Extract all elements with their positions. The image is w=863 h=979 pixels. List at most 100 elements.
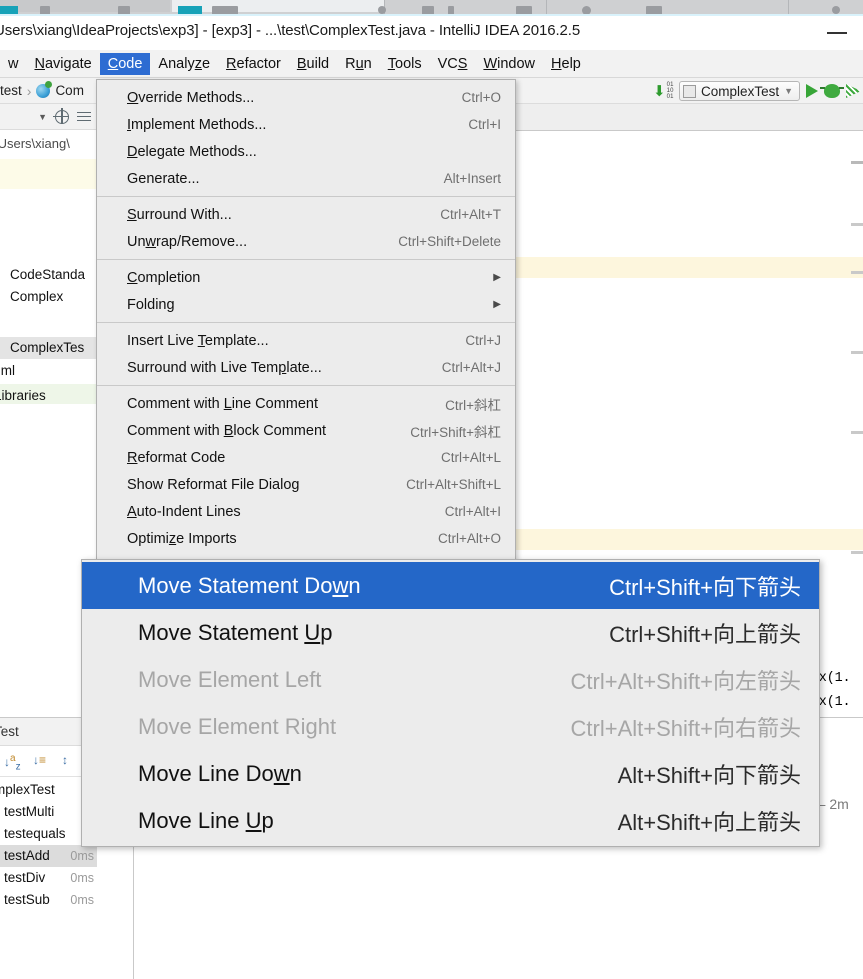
test-row-label: testDiv [4, 870, 46, 885]
test-row-duration: 0ms [70, 893, 94, 907]
expand-collapse-icon[interactable]: ↕ [62, 753, 82, 771]
menuitem-label: Folding [127, 296, 175, 313]
menuitem-shortcut: Ctrl+Alt+L [440, 450, 501, 465]
menu-vcs[interactable]: VCS [430, 53, 476, 75]
run-with-coverage-button[interactable] [846, 84, 861, 98]
tab-divider [546, 0, 547, 14]
browser-tab-accent [0, 6, 18, 14]
menuitem-show-reformat-dialog[interactable]: Show Reformat File Dialog Ctrl+Alt+Shift… [97, 471, 515, 498]
menuitem-override-methods[interactable]: Override Methods... Ctrl+O [97, 84, 515, 111]
browser-tab-glyph [378, 6, 386, 14]
menuitem-label: Surround With... [127, 206, 232, 223]
menuitem-shortcut: Ctrl+Alt+O [437, 531, 501, 546]
editor-marker[interactable] [851, 351, 863, 354]
run-config-icon [683, 84, 697, 98]
editor-marker[interactable] [851, 431, 863, 434]
editor-marker[interactable] [851, 161, 863, 164]
menuitem-comment-block[interactable]: Comment with Block Comment Ctrl+Shift+斜杠 [97, 417, 515, 444]
menuitem-shortcut: Ctrl+Shift+向下箭头 [609, 574, 801, 600]
menu-separator [97, 196, 515, 197]
chevron-down-icon[interactable]: ▼ [38, 112, 47, 122]
menuitem-move-statement-up[interactable]: Move Statement Up Ctrl+Shift+向上箭头 [82, 609, 819, 656]
sort-by-duration-icon[interactable]: ↓≡ [33, 753, 53, 771]
menuitem-move-statement-down[interactable]: Move Statement Down Ctrl+Shift+向下箭头 [82, 562, 819, 609]
menu-run[interactable]: Run [337, 53, 380, 75]
browser-tab[interactable] [0, 0, 170, 12]
menuitem-label: Generate... [127, 170, 200, 187]
window-title: Users\xiang\IdeaProjects\exp3] - [exp3] … [0, 22, 581, 39]
menuitem-label: Move Statement Down [138, 572, 361, 598]
menuitem-implement-methods[interactable]: Implement Methods... Ctrl+I [97, 111, 515, 138]
menuitem-label: Surround with Live Template... [127, 359, 322, 376]
breadcrumb-class[interactable]: Com [55, 83, 84, 98]
browser-tab-glyph [212, 6, 238, 14]
menuitem-label: Optimize Imports [127, 530, 237, 547]
menuitem-completion[interactable]: Completion ▶ [97, 264, 515, 291]
menuitem-generate[interactable]: Generate... Alt+Insert [97, 165, 515, 192]
menuitem-label: Move Statement Up [138, 619, 333, 645]
test-row-testdiv[interactable]: testDiv 0ms [0, 867, 97, 889]
tree-item-codestandard[interactable]: CodeStanda [0, 264, 96, 286]
test-row-testsub[interactable]: testSub 0ms [0, 889, 97, 911]
browser-tab-glyph [646, 6, 662, 14]
menuitem-optimize-imports[interactable]: Optimize Imports Ctrl+Alt+O [97, 525, 515, 552]
menuitem-label: Insert Live Template... [127, 332, 269, 349]
menu-separator [97, 259, 515, 260]
menuitem-shortcut: Ctrl+Alt+T [440, 207, 501, 222]
menuitem-reformat-code[interactable]: Reformat Code Ctrl+Alt+L [97, 444, 515, 471]
editor-marker[interactable] [851, 271, 863, 274]
breadcrumb-test[interactable]: test [0, 83, 22, 98]
debug-button[interactable] [820, 84, 844, 98]
tree-item-complex[interactable]: Complex [0, 286, 96, 308]
menuitem-surround-with[interactable]: Surround With... Ctrl+Alt+T [97, 201, 515, 228]
menuitem-surround-with-live-template[interactable]: Surround with Live Template... Ctrl+Alt+… [97, 354, 515, 381]
editor-marker[interactable] [851, 223, 863, 226]
menu-code[interactable]: Code [99, 52, 151, 75]
menuitem-move-line-up[interactable]: Move Line Up Alt+Shift+向上箭头 [82, 797, 819, 844]
menu-navigate[interactable]: NNavigateavigate [26, 53, 99, 75]
collapse-all-icon[interactable] [77, 110, 91, 124]
minimize-button[interactable] [827, 32, 847, 34]
menu-tools[interactable]: Tools [380, 53, 430, 75]
test-runner-title: Test [0, 718, 85, 746]
menu-separator [97, 322, 515, 323]
menu-build[interactable]: Build [289, 53, 337, 75]
browser-tab-accent [178, 6, 202, 14]
menuitem-delegate-methods[interactable]: Delegate Methods... [97, 138, 515, 165]
test-row-label: testAdd [4, 848, 50, 863]
test-row-label: testequals [4, 826, 66, 841]
chevron-right-icon: ▶ [493, 299, 501, 310]
menuitem-insert-live-template[interactable]: Insert Live Template... Ctrl+J [97, 327, 515, 354]
menu-window-partial[interactable]: w [0, 53, 26, 75]
tree-item-libraries[interactable]: Libraries [0, 385, 96, 407]
test-row-testadd[interactable]: testAdd 0ms [0, 845, 97, 867]
chevron-right-icon: ▶ [493, 272, 501, 283]
run-button[interactable] [806, 84, 818, 98]
menuitem-folding[interactable]: Folding ▶ [97, 291, 515, 318]
test-row-duration: 0ms [70, 871, 94, 885]
menu-help[interactable]: Help [543, 53, 589, 75]
sort-alphabetically-icon[interactable]: ↓az [4, 753, 24, 772]
run-configuration-selector[interactable]: ComplexTest ▼ [679, 81, 800, 101]
menuitem-shortcut: Ctrl+Alt+Shift+向左箭头 [570, 668, 801, 694]
tree-item-iml[interactable]: .iml [0, 360, 96, 382]
menuitem-move-line-down[interactable]: Move Line Down Alt+Shift+向下箭头 [82, 750, 819, 797]
editor-marker[interactable] [851, 551, 863, 554]
tree-highlight-band [0, 159, 96, 189]
scroll-to-source-icon[interactable] [53, 107, 69, 124]
menuitem-label: Implement Methods... [127, 116, 267, 133]
tree-item-complextest[interactable]: ComplexTes [0, 337, 96, 359]
browser-tab-active[interactable] [172, 0, 384, 12]
menuitem-shortcut: Ctrl+斜杠 [445, 397, 501, 413]
menuitem-unwrap-remove[interactable]: Unwrap/Remove... Ctrl+Shift+Delete [97, 228, 515, 255]
menu-refactor[interactable]: Refactor [218, 53, 289, 75]
tab-divider [788, 0, 789, 14]
scroll-from-source-icon[interactable]: ⬇ 01 10 01 [653, 82, 673, 101]
menuitem-label: Auto-Indent Lines [127, 503, 241, 520]
menuitem-auto-indent-lines[interactable]: Auto-Indent Lines Ctrl+Alt+I [97, 498, 515, 525]
java-class-icon [36, 80, 53, 98]
menuitem-comment-line[interactable]: Comment with Line Comment Ctrl+斜杠 [97, 390, 515, 417]
menu-window[interactable]: Window [475, 53, 543, 75]
menu-analyze[interactable]: Analyze [150, 53, 218, 75]
menuitem-label: Comment with Block Comment [127, 422, 327, 439]
